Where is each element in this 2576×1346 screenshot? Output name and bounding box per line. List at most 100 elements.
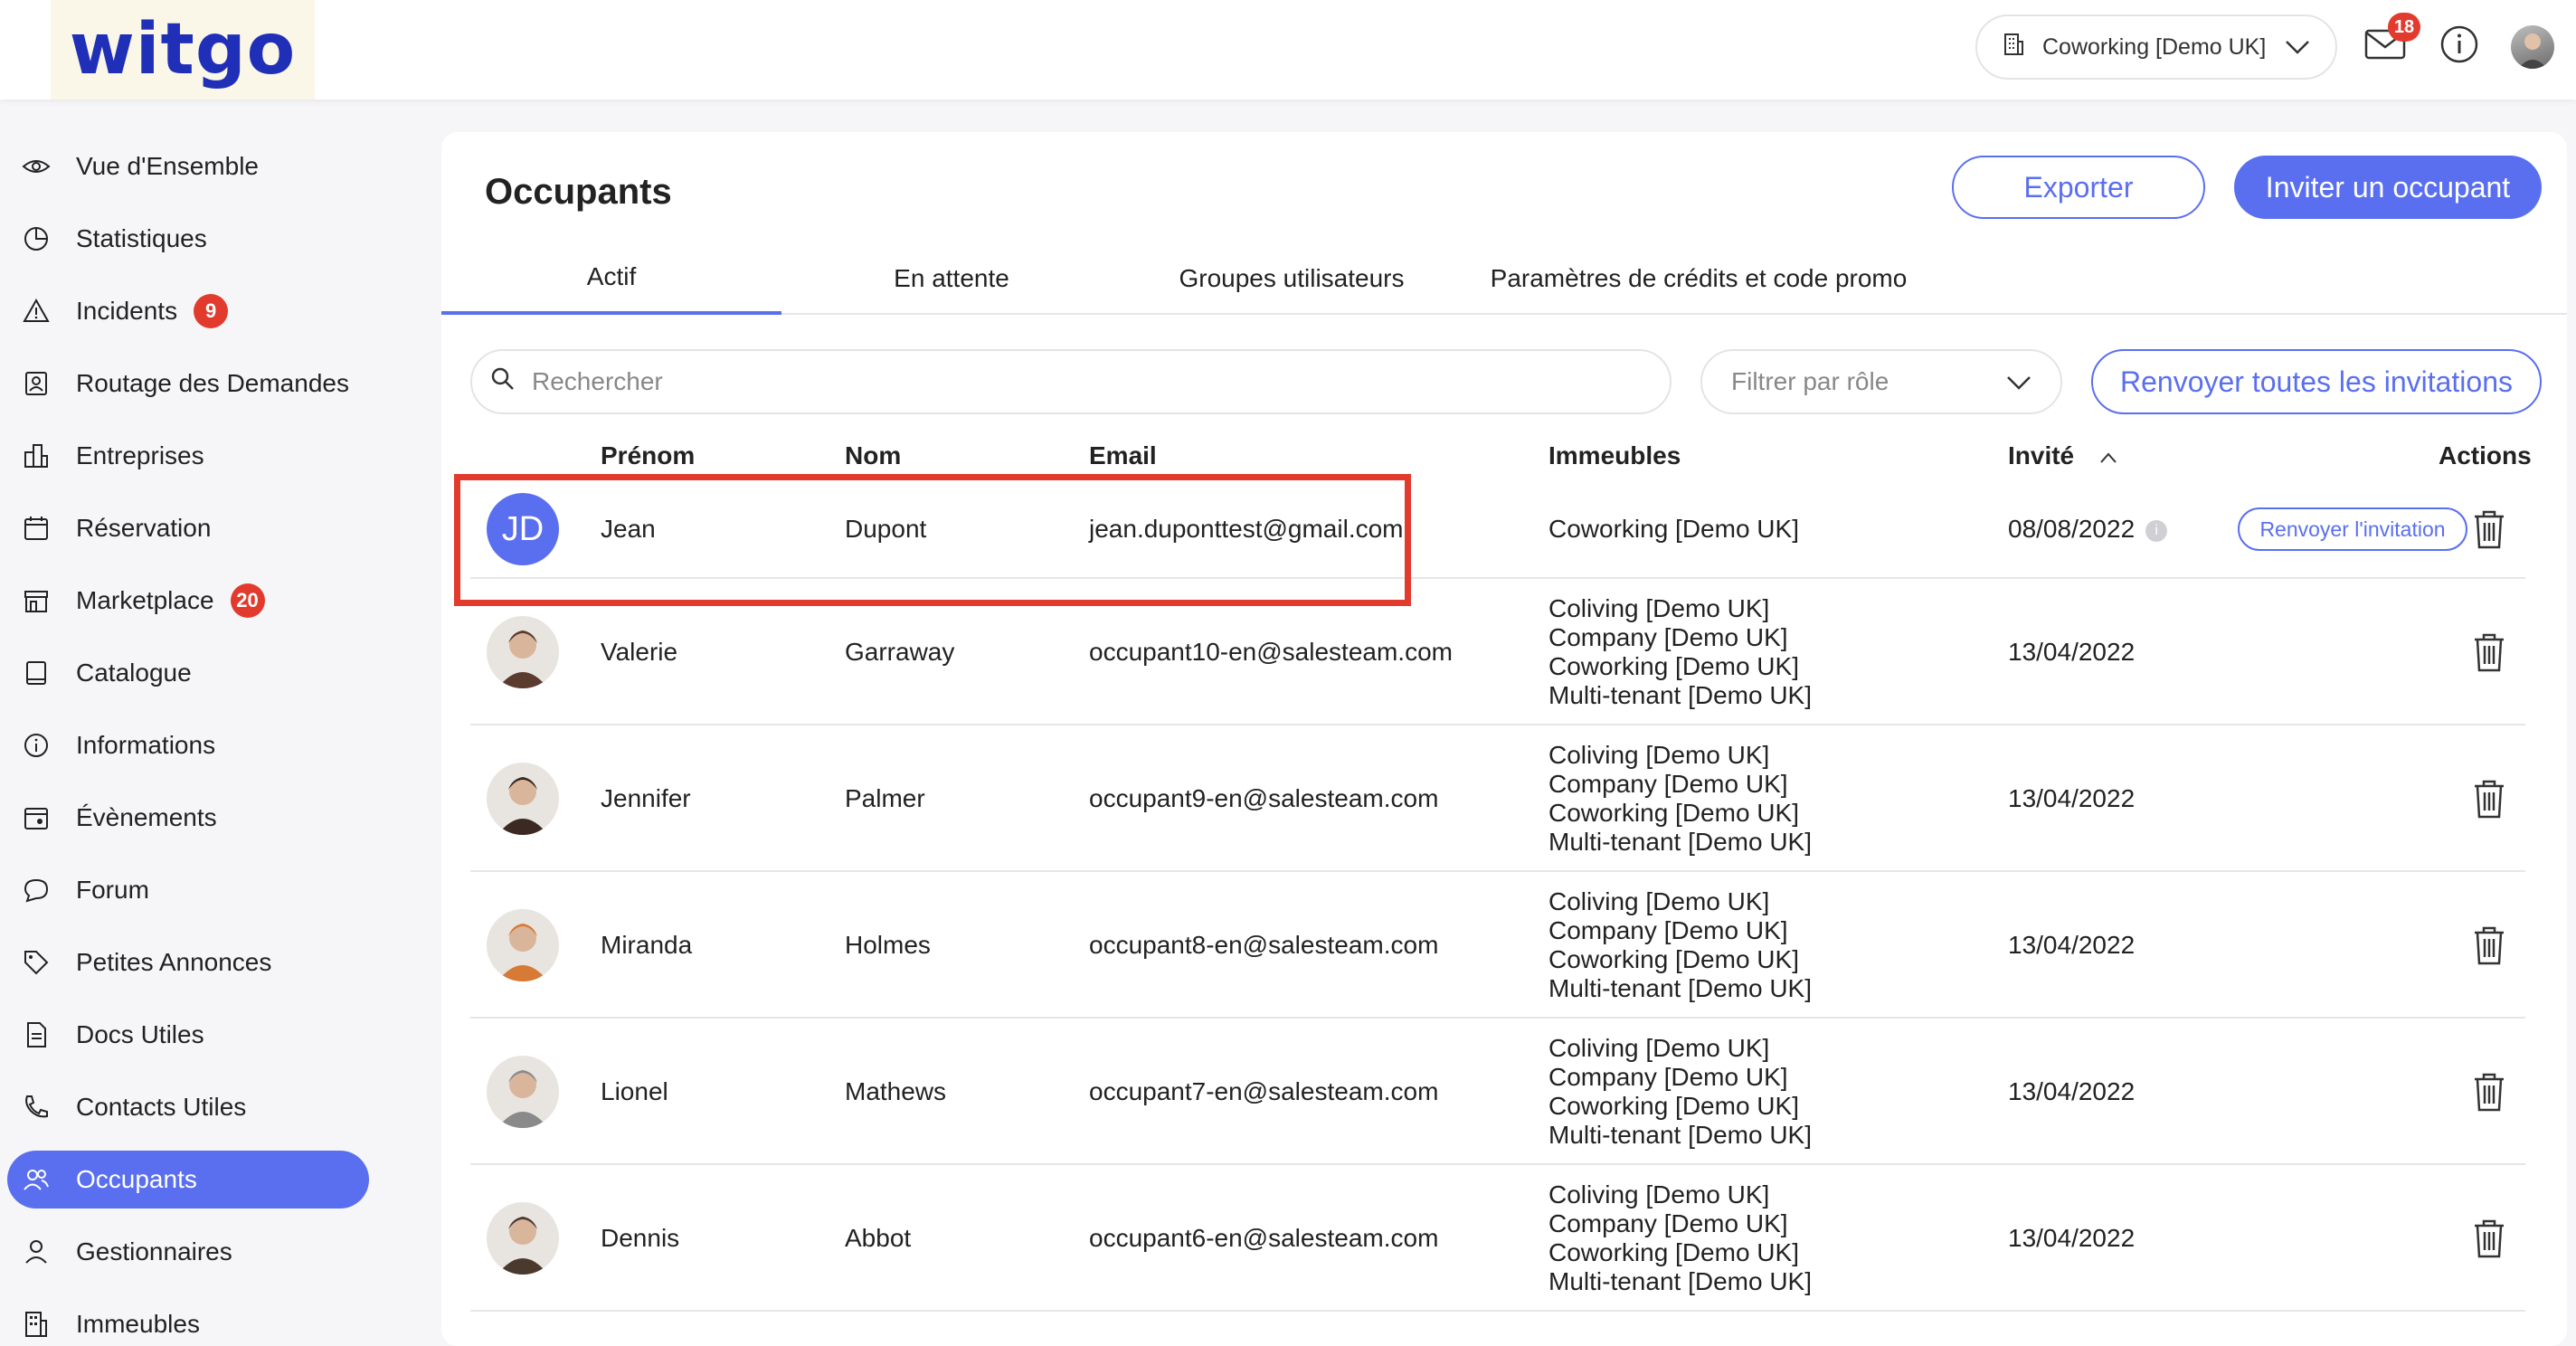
resend-all-invitations-button[interactable]: Renvoyer toutes les invitations	[2091, 349, 2542, 414]
event-calendar-icon	[20, 801, 52, 834]
user-avatar[interactable]	[2511, 25, 2554, 69]
users-icon	[20, 1163, 52, 1196]
sidebar-item-label: Marketplace	[76, 586, 214, 614]
last-name-cell: Holmes	[845, 931, 931, 959]
tag-icon	[20, 946, 52, 979]
first-name-cell: Lionel	[601, 1077, 668, 1105]
sidebar-item-label: Réservation	[76, 514, 212, 542]
sidebar-item-docs-utiles[interactable]: Docs Utiles	[7, 1006, 369, 1064]
sidebar-item-petites-annonces[interactable]: Petites Annonces	[7, 934, 369, 991]
sidebar-item-label: Contacts Utiles	[76, 1093, 247, 1121]
building-name: Multi-tenant [Demo UK]	[1548, 1267, 1812, 1295]
building-name: Multi-tenant [Demo UK]	[1548, 828, 1812, 856]
column-invited-label: Invité	[2008, 441, 2075, 469]
logo[interactable]: witgo	[51, 0, 315, 100]
sidebar-item-statistiques[interactable]: Statistiques	[7, 210, 369, 268]
last-name-cell: Abbot	[845, 1224, 912, 1252]
last-name-cell: Garraway	[845, 638, 955, 666]
building-name: Coliving [Demo UK]	[1548, 741, 1770, 769]
building-name: Company [Demo UK]	[1548, 623, 1788, 651]
avatar	[487, 763, 559, 835]
info-icon[interactable]: i	[2145, 519, 2168, 542]
column-email[interactable]: Email	[1089, 441, 1157, 470]
trash-icon[interactable]	[2471, 1218, 2507, 1259]
building-name: Coworking [Demo UK]	[1548, 652, 1799, 680]
sidebar-item-evenements[interactable]: Évènements	[7, 789, 369, 847]
table-row[interactable]: Miranda Holmes occupant8-en@salesteam.com C…	[470, 872, 2525, 1019]
sidebar-item-label: Forum	[76, 876, 149, 904]
sidebar-item-informations[interactable]: Informations	[7, 716, 369, 774]
buildings-cell: Coliving [Demo UK] Company [Demo UK] Cowor…	[1548, 1180, 1812, 1296]
sidebar-item-reservation[interactable]: Réservation	[7, 499, 369, 557]
invited-date: 13/04/2022	[2008, 1224, 2136, 1252]
sidebar-item-label: Incidents	[76, 297, 178, 325]
tab-credits-settings[interactable]: Paramètres de crédits et code promo	[1462, 242, 1936, 315]
building-name: Company [Demo UK]	[1548, 1063, 1788, 1091]
sidebar-item-immeubles[interactable]: Immeubles	[7, 1295, 369, 1346]
building-name: Multi-tenant [Demo UK]	[1548, 681, 1812, 709]
column-invited[interactable]: Invité	[2008, 441, 2117, 470]
building-name: Company [Demo UK]	[1548, 770, 1788, 798]
building-name: Coworking [Demo UK]	[1548, 1092, 1799, 1120]
trash-icon[interactable]	[2471, 631, 2507, 673]
sidebar-item-routage-des-demandes[interactable]: Routage des Demandes	[7, 355, 369, 412]
export-button[interactable]: Exporter	[1952, 156, 2205, 219]
sidebar: Vue d'Ensemble Statistiques Incidents 9 Rout…	[0, 100, 416, 1346]
invited-cell: 13/04/2022	[2008, 1224, 2135, 1253]
sidebar-item-incidents[interactable]: Incidents 9	[7, 282, 369, 340]
info-icon	[2439, 24, 2479, 69]
chat-bubble-icon	[20, 874, 52, 906]
count-badge: 9	[194, 294, 229, 328]
role-filter-select[interactable]: Filtrer par rôle	[1700, 349, 2062, 414]
first-name-cell: Jennifer	[601, 784, 691, 812]
chevron-down-icon	[2285, 34, 2310, 61]
email-cell: occupant6-en@salesteam.com	[1089, 1224, 1439, 1252]
first-name-cell: Miranda	[601, 931, 693, 959]
trash-icon[interactable]	[2471, 1071, 2507, 1113]
mail-button[interactable]: 18	[2363, 13, 2420, 69]
tab-user-groups[interactable]: Groupes utilisateurs	[1122, 242, 1462, 315]
column-actions: Actions	[2439, 441, 2532, 469]
tab-active[interactable]: Actif	[441, 242, 781, 315]
sidebar-item-label: Occupants	[76, 1165, 197, 1193]
sidebar-item-occupants[interactable]: Occupants	[7, 1151, 369, 1209]
column-first-name[interactable]: Prénom	[601, 441, 695, 470]
email-cell: occupant8-en@salesteam.com	[1089, 931, 1439, 959]
sidebar-item-label: Statistiques	[76, 224, 207, 252]
sidebar-item-label: Catalogue	[76, 659, 192, 687]
warning-icon	[20, 295, 52, 327]
column-buildings[interactable]: Immeubles	[1548, 441, 1681, 470]
trash-icon[interactable]	[2471, 508, 2507, 550]
top-bar: witgo Coworking [Demo UK] 18	[0, 0, 2576, 100]
invited-cell: 13/04/2022	[2008, 931, 2135, 960]
trash-icon[interactable]	[2471, 924, 2507, 966]
table-row[interactable]: Jennifer Palmer occupant9-en@salesteam.com…	[470, 725, 2525, 872]
sidebar-item-catalogue[interactable]: Catalogue	[7, 644, 369, 702]
tab-pending[interactable]: En attente	[781, 242, 1122, 315]
trash-icon[interactable]	[2471, 778, 2507, 820]
invite-occupant-button[interactable]: Inviter un occupant	[2234, 156, 2542, 219]
column-last-name[interactable]: Nom	[845, 441, 901, 470]
resend-invitation-button[interactable]: Renvoyer l'invitation	[2238, 507, 2467, 551]
invited-date: 13/04/2022	[2008, 638, 2136, 666]
avatar	[487, 909, 559, 981]
table-row[interactable]: Lionel Mathews occupant7-en@salesteam.com C…	[470, 1019, 2525, 1165]
sort-ascending-icon	[2099, 441, 2117, 469]
building-selector[interactable]: Coworking [Demo UK]	[1975, 14, 2337, 80]
count-badge: 20	[230, 583, 265, 618]
help-button[interactable]	[2437, 24, 2482, 69]
sidebar-item-gestionnaires[interactable]: Gestionnaires	[7, 1223, 369, 1281]
sidebar-item-marketplace[interactable]: Marketplace 20	[7, 572, 369, 630]
pie-chart-icon	[20, 223, 52, 255]
avatar	[487, 1202, 559, 1275]
buildings-cell: Coworking [Demo UK]	[1548, 515, 1799, 544]
invited-date: 08/08/2022	[2008, 515, 2136, 543]
search-input[interactable]: Rechercher	[470, 349, 1672, 414]
sidebar-item-contacts-utiles[interactable]: Contacts Utiles	[7, 1078, 369, 1136]
last-name-cell: Mathews	[845, 1077, 947, 1105]
last-name-cell: Palmer	[845, 784, 925, 812]
table-row[interactable]: Dennis Abbot occupant6-en@salesteam.com Col…	[470, 1165, 2525, 1312]
sidebar-item-forum[interactable]: Forum	[7, 861, 369, 919]
sidebar-item-vue-d-ensemble[interactable]: Vue d'Ensemble	[7, 137, 369, 195]
sidebar-item-entreprises[interactable]: Entreprises	[7, 427, 369, 485]
